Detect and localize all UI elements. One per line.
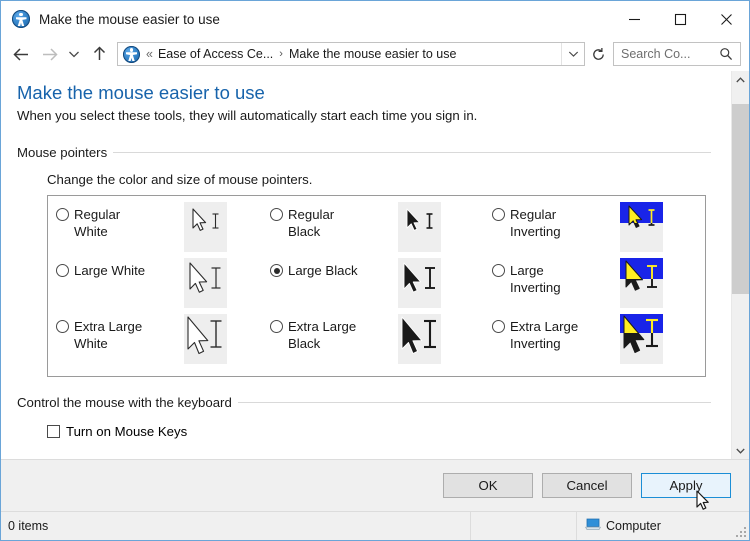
preview-large-black <box>398 258 441 308</box>
vertical-scrollbar[interactable] <box>731 71 749 459</box>
mouse-pointer-options-group: Regular White Regular Black Regular Inve… <box>47 195 706 377</box>
preview-large-white <box>184 258 227 308</box>
radio-label: Extra Large White <box>74 319 143 351</box>
ok-button[interactable]: OK <box>443 473 533 498</box>
radio-label: Extra Large Inverting <box>510 319 579 351</box>
pointer-option-extra-large-inverting[interactable]: Extra Large Inverting <box>492 314 704 370</box>
breadcrumb-item-current[interactable]: Make the mouse easier to use <box>289 47 456 61</box>
pointer-option-extra-large-white[interactable]: Extra Large White <box>48 314 270 370</box>
radio-extra-large-white[interactable] <box>56 320 69 333</box>
section-label: Mouse pointers <box>17 145 108 160</box>
preview-extra-large-black <box>398 314 441 364</box>
pointer-row-large: Large White Large Black Large Inverting <box>48 258 705 314</box>
radio-large-inverting[interactable] <box>492 264 505 277</box>
pointer-option-large-black[interactable]: Large Black <box>270 258 492 314</box>
preview-extra-large-white <box>184 314 227 364</box>
radio-large-black[interactable] <box>270 264 283 277</box>
dialog-button-bar: OK Cancel Apply <box>1 459 749 511</box>
minimize-button[interactable] <box>611 1 657 37</box>
divider <box>237 402 711 403</box>
scrollbar-track[interactable] <box>732 88 749 442</box>
search-box[interactable]: Search Co... <box>613 42 741 66</box>
recent-locations-chevron-icon[interactable] <box>63 40 85 68</box>
pointer-option-regular-inverting[interactable]: Regular Inverting <box>492 202 704 258</box>
section-header-keyboard: Control the mouse with the keyboard <box>17 395 731 410</box>
settings-page: Make the mouse easier to use When you se… <box>1 71 731 459</box>
back-arrow-icon[interactable] <box>7 40 35 68</box>
checkbox-label: Turn on Mouse Keys <box>66 424 188 439</box>
ease-of-access-icon <box>123 45 140 63</box>
maximize-button[interactable] <box>657 1 703 37</box>
divider <box>113 152 711 153</box>
pointer-row-regular: Regular White Regular Black Regular Inve… <box>48 202 705 258</box>
radio-large-white[interactable] <box>56 264 69 277</box>
pointer-row-extra-large: Extra Large White Extra Large Black Extr… <box>48 314 705 370</box>
page-title: Make the mouse easier to use <box>17 82 265 103</box>
close-button[interactable] <box>703 1 749 37</box>
computer-icon <box>584 518 602 534</box>
mouse-keys-row[interactable]: Turn on Mouse Keys <box>47 424 731 439</box>
window-title: Make the mouse easier to use <box>39 11 220 27</box>
scroll-up-button[interactable] <box>732 71 749 88</box>
radio-label: Regular Inverting <box>510 207 561 239</box>
title-bar: Make the mouse easier to use <box>1 1 749 37</box>
scrollbar-thumb[interactable] <box>732 104 749 294</box>
scroll-down-button[interactable] <box>732 442 749 459</box>
window-make-mouse-easier: Make the mouse easier to use « Ease of A… <box>0 0 750 541</box>
pointer-option-extra-large-black[interactable]: Extra Large Black <box>270 314 492 370</box>
radio-label: Extra Large Black <box>288 319 357 351</box>
address-bar[interactable]: « Ease of Access Ce... › Make the mouse … <box>117 42 585 66</box>
breadcrumb-separator: › <box>279 48 283 60</box>
preview-extra-large-inverting <box>620 314 663 364</box>
pointer-option-regular-black[interactable]: Regular Black <box>270 202 492 258</box>
radio-label: Large Black <box>288 263 358 278</box>
preview-regular-inverting <box>620 202 663 252</box>
preview-regular-black <box>398 202 441 252</box>
status-item-count: 0 items <box>1 512 471 540</box>
search-input[interactable]: Search Co... <box>621 47 719 61</box>
address-prefix: « <box>146 47 153 61</box>
radio-label: Large White <box>74 263 146 278</box>
pointer-option-large-inverting[interactable]: Large Inverting <box>492 258 704 314</box>
radio-label: Regular Black <box>288 207 335 239</box>
radio-extra-large-inverting[interactable] <box>492 320 505 333</box>
chevron-down-icon[interactable] <box>561 43 584 65</box>
preview-regular-white <box>184 202 227 252</box>
mouse-pointers-note: Change the color and size of mouse point… <box>47 172 313 187</box>
refresh-icon[interactable] <box>585 42 611 66</box>
checkbox-turn-on-mouse-keys[interactable] <box>47 425 60 438</box>
section-header-mouse-pointers: Mouse pointers <box>17 145 731 160</box>
breadcrumb-item-ease-of-access[interactable]: Ease of Access Ce... <box>158 47 273 61</box>
radio-extra-large-black[interactable] <box>270 320 283 333</box>
radio-regular-black[interactable] <box>270 208 283 221</box>
radio-label: Regular White <box>74 207 121 239</box>
pointer-option-large-white[interactable]: Large White <box>48 258 270 314</box>
status-computer: Computer <box>577 518 661 534</box>
radio-regular-inverting[interactable] <box>492 208 505 221</box>
status-spacer <box>471 512 577 540</box>
ease-of-access-icon <box>12 10 30 28</box>
content-area: Make the mouse easier to use When you se… <box>1 71 749 459</box>
cancel-button[interactable]: Cancel <box>542 473 632 498</box>
section-label: Control the mouse with the keyboard <box>17 395 232 410</box>
window-controls <box>611 1 749 37</box>
status-bar: 0 items Computer <box>1 511 749 540</box>
radio-regular-white[interactable] <box>56 208 69 221</box>
page-subtitle: When you select these tools, they will a… <box>17 108 478 123</box>
up-arrow-icon[interactable] <box>85 40 113 68</box>
search-icon[interactable] <box>719 47 733 61</box>
apply-button[interactable]: Apply <box>641 473 731 498</box>
status-computer-label: Computer <box>606 519 661 533</box>
forward-arrow-icon <box>35 40 63 68</box>
pointer-option-regular-white[interactable]: Regular White <box>48 202 270 258</box>
resize-grip[interactable] <box>735 526 746 537</box>
preview-large-inverting <box>620 258 663 308</box>
radio-label: Large Inverting <box>510 263 561 295</box>
navigation-bar: « Ease of Access Ce... › Make the mouse … <box>1 37 749 71</box>
